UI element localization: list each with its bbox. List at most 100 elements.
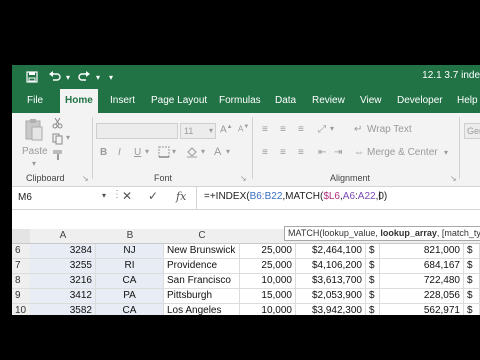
tab-page-layout[interactable]: Page Layout: [151, 89, 207, 113]
orientation-dropdown-icon[interactable]: ▾: [330, 124, 334, 133]
bold-button[interactable]: B: [100, 147, 107, 158]
cut-icon[interactable]: [52, 117, 63, 132]
underline-dropdown-icon[interactable]: ▾: [145, 147, 149, 156]
copy-icon[interactable]: [52, 133, 63, 148]
italic-button[interactable]: I: [118, 147, 121, 158]
cell-c[interactable]: New Brunswick: [164, 244, 240, 258]
cell-c[interactable]: Pittsburgh: [164, 289, 240, 303]
cell-d[interactable]: 10,000: [240, 274, 296, 288]
cell-f[interactable]: $: [366, 304, 380, 315]
cell-f[interactable]: $: [366, 244, 380, 258]
cell-h[interactable]: $: [464, 244, 480, 258]
alignment-launcher-icon[interactable]: ↘: [450, 174, 457, 183]
cell-d[interactable]: 25,000: [240, 259, 296, 273]
cell-a[interactable]: 3284: [30, 244, 96, 258]
tab-review[interactable]: Review: [312, 89, 345, 113]
align-right-icon[interactable]: ≡: [298, 147, 304, 158]
tab-insert[interactable]: Insert: [110, 89, 135, 113]
select-all-corner[interactable]: [12, 229, 30, 243]
redo-icon[interactable]: [76, 69, 92, 85]
number-format-combo[interactable]: Gen: [464, 123, 480, 139]
tab-data[interactable]: Data: [275, 89, 296, 113]
fill-color-dropdown-icon[interactable]: ▾: [201, 147, 205, 156]
row-header[interactable]: 10: [12, 304, 30, 315]
font-color-icon[interactable]: A: [214, 146, 221, 158]
cell-e[interactable]: $2,053,900: [296, 289, 366, 303]
font-size-combo[interactable]: 11 ▾: [180, 123, 216, 139]
cell-d[interactable]: 25,000: [240, 244, 296, 258]
cancel-icon[interactable]: ✕: [122, 189, 132, 203]
format-painter-icon[interactable]: [52, 149, 63, 164]
increase-indent-icon[interactable]: ⇥: [334, 147, 342, 158]
tab-home[interactable]: Home: [60, 89, 98, 113]
name-box[interactable]: M6: [12, 189, 104, 206]
cell-b[interactable]: CA: [96, 304, 164, 315]
cell-a[interactable]: 3255: [30, 259, 96, 273]
font-name-combo[interactable]: [96, 123, 178, 139]
cell-c[interactable]: Providence: [164, 259, 240, 273]
bottom-align-icon[interactable]: ≡: [298, 124, 304, 135]
align-left-icon[interactable]: ≡: [262, 147, 268, 158]
merge-center-icon[interactable]: ⇔: [354, 147, 364, 158]
column-header-a[interactable]: A: [30, 229, 96, 243]
cell-e[interactable]: $2,464,100: [296, 244, 366, 258]
cell-a[interactable]: 3582: [30, 304, 96, 315]
save-icon[interactable]: [24, 69, 40, 85]
cell-e[interactable]: $4,106,200: [296, 259, 366, 273]
cell-e[interactable]: $3,942,300: [296, 304, 366, 315]
cell-h[interactable]: $: [464, 274, 480, 288]
wrap-text-button[interactable]: Wrap Text: [367, 124, 412, 135]
increase-font-icon[interactable]: A▲: [220, 124, 233, 135]
paste-icon[interactable]: [24, 118, 44, 145]
cell-h[interactable]: $: [464, 259, 480, 273]
align-center-icon[interactable]: ≡: [280, 147, 286, 158]
row-header[interactable]: 9: [12, 289, 30, 303]
paste-dropdown-icon[interactable]: ▾: [32, 159, 36, 168]
cell-f[interactable]: $: [366, 259, 380, 273]
cell-b[interactable]: NJ: [96, 244, 164, 258]
cell-b[interactable]: RI: [96, 259, 164, 273]
cell-d[interactable]: 15,000: [240, 289, 296, 303]
cell-g[interactable]: 821,000: [380, 244, 464, 258]
cell-h[interactable]: $: [464, 289, 480, 303]
undo-dropdown-icon[interactable]: ▾: [63, 69, 73, 85]
cell-e[interactable]: $3,613,700: [296, 274, 366, 288]
cell-b[interactable]: PA: [96, 289, 164, 303]
top-align-icon[interactable]: ≡: [262, 124, 268, 135]
cell-g[interactable]: 562,971: [380, 304, 464, 315]
fill-color-icon[interactable]: [186, 146, 198, 161]
orientation-icon[interactable]: ⤢: [318, 124, 326, 135]
cell-a[interactable]: 3412: [30, 289, 96, 303]
borders-dropdown-icon[interactable]: ▾: [172, 147, 176, 156]
column-header-b[interactable]: B: [96, 229, 164, 243]
undo-icon[interactable]: [46, 69, 62, 85]
column-header-c[interactable]: C: [164, 229, 240, 243]
insert-function-icon[interactable]: fx: [176, 190, 186, 203]
cell-g[interactable]: 684,167: [380, 259, 464, 273]
copy-dropdown-icon[interactable]: ▾: [66, 133, 70, 142]
cell-g[interactable]: 722,480: [380, 274, 464, 288]
cell-a[interactable]: 3216: [30, 274, 96, 288]
name-box-dropdown-icon[interactable]: ▾: [102, 191, 106, 200]
underline-button[interactable]: U: [134, 147, 141, 158]
tab-help[interactable]: Help: [457, 89, 478, 113]
paste-button[interactable]: Paste: [22, 146, 48, 157]
tab-view[interactable]: View: [360, 89, 382, 113]
cell-f[interactable]: $: [366, 274, 380, 288]
decrease-font-icon[interactable]: A▼: [238, 124, 249, 134]
row-header[interactable]: 8: [12, 274, 30, 288]
font-color-dropdown-icon[interactable]: ▾: [226, 147, 230, 156]
formula-input[interactable]: =+INDEX(B6:B22,MATCH($L6,A6:A22,0): [204, 191, 387, 202]
cell-b[interactable]: CA: [96, 274, 164, 288]
row-header[interactable]: 6: [12, 244, 30, 258]
cell-g[interactable]: 228,056: [380, 289, 464, 303]
borders-icon[interactable]: [158, 146, 170, 161]
tab-formulas[interactable]: Formulas: [219, 89, 261, 113]
cell-c[interactable]: San Francisco: [164, 274, 240, 288]
cell-f[interactable]: $: [366, 289, 380, 303]
cell-c[interactable]: Los Angeles: [164, 304, 240, 315]
clipboard-launcher-icon[interactable]: ↘: [82, 174, 89, 183]
enter-icon[interactable]: ✓: [148, 189, 158, 203]
redo-dropdown-icon[interactable]: ▾: [93, 69, 103, 85]
cell-h[interactable]: $: [464, 304, 480, 315]
